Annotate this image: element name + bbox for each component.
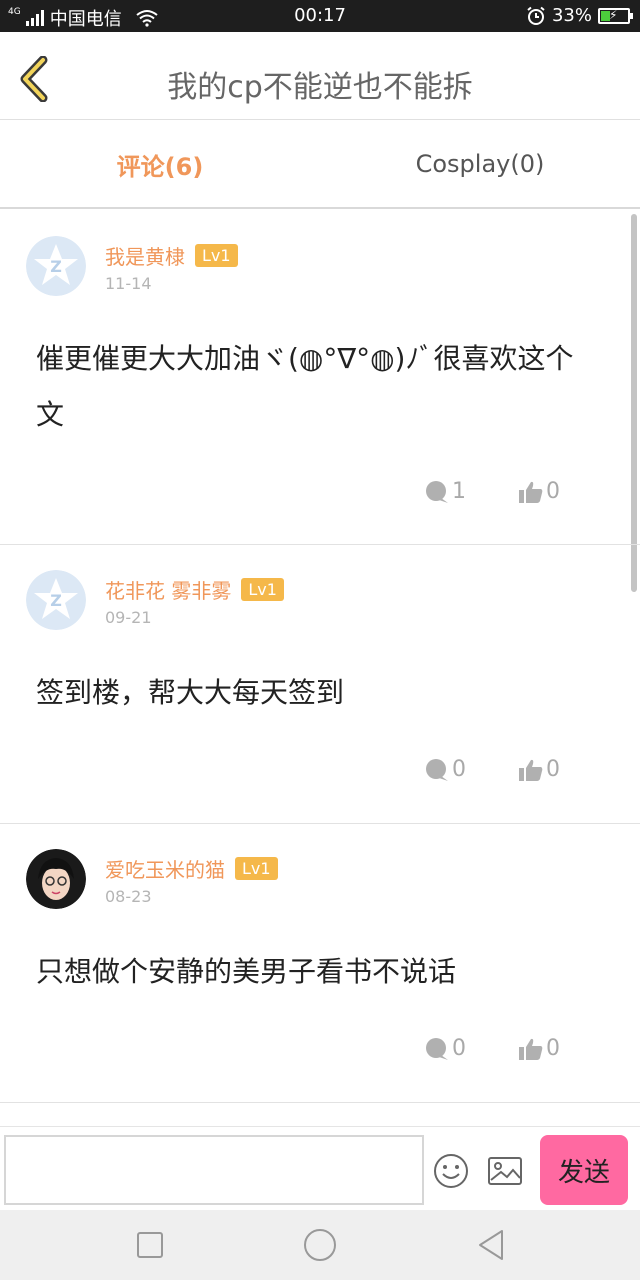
comment-bubble-icon bbox=[426, 1037, 448, 1060]
level-badge: Lv1 bbox=[241, 578, 284, 601]
reply-button[interactable]: 0 bbox=[424, 1036, 466, 1061]
username-row: 爱吃玉米的猫 Lv1 bbox=[105, 854, 278, 883]
thumbs-up-icon bbox=[519, 759, 543, 781]
image-icon[interactable] bbox=[487, 1155, 523, 1187]
qq-default-avatar-icon[interactable]: Z bbox=[26, 236, 86, 296]
svg-text:Z: Z bbox=[50, 591, 62, 610]
like-button[interactable]: 0 bbox=[518, 757, 560, 782]
battery-icon: ⚡ bbox=[598, 7, 633, 24]
tab-comments[interactable]: 评论(6) bbox=[0, 121, 320, 207]
level-badge: Lv1 bbox=[235, 857, 278, 880]
comment-text: 签到楼，帮大大每天签到 bbox=[36, 676, 345, 709]
comment-actions: 0 0 bbox=[424, 1036, 560, 1061]
tab-bar: 评论(6) Cosplay(0) bbox=[0, 121, 640, 209]
like-button[interactable]: 0 bbox=[518, 479, 560, 504]
level-badge: Lv1 bbox=[195, 244, 238, 267]
comment-date: 11-14 bbox=[105, 274, 152, 293]
svg-text:Z: Z bbox=[50, 257, 62, 276]
comment-item: 爱吃玉米的猫 Lv1 08-23 只想做个安静的美男子看书不说话 0 0 bbox=[0, 824, 640, 1103]
reply-button[interactable]: 0 bbox=[424, 757, 466, 782]
comment-date: 09-21 bbox=[105, 608, 152, 627]
home-icon[interactable] bbox=[302, 1227, 338, 1263]
status-bar: 4G 中国电信 00:17 33% ⚡ bbox=[0, 0, 640, 32]
comment-input[interactable] bbox=[4, 1135, 424, 1205]
comment-composer: 发送 bbox=[0, 1126, 640, 1210]
reply-count: 1 bbox=[452, 479, 466, 504]
header: 我的cp不能逆也不能拆 bbox=[0, 32, 640, 120]
alarm-icon bbox=[527, 6, 545, 25]
qq-default-avatar-icon[interactable]: Z bbox=[26, 570, 86, 630]
comment-item: Z 花非花 雾非雾 Lv1 09-21 签到楼，帮大大每天签到 0 0 bbox=[0, 545, 640, 824]
comment-text: 催更催更大大加油ヾ(◍°∇°◍)ﾉﾞ很喜欢这个文 bbox=[36, 342, 574, 431]
username[interactable]: 爱吃玉米的猫 bbox=[105, 854, 225, 883]
comment-list[interactable]: Z 我是黄棣 Lv1 11-14 催更催更大大加油ヾ(◍°∇°◍)ﾉﾞ很喜欢这个… bbox=[0, 211, 640, 1126]
like-count: 0 bbox=[546, 757, 560, 782]
comment-text: 只想做个安静的美男子看书不说话 bbox=[36, 955, 457, 988]
username[interactable]: 我是黄棣 bbox=[105, 241, 185, 270]
thumbs-up-icon bbox=[519, 481, 543, 503]
comment-bubble-icon bbox=[426, 480, 448, 503]
username-row: 我是黄棣 Lv1 bbox=[105, 241, 238, 270]
like-button[interactable]: 0 bbox=[518, 1036, 560, 1061]
like-count: 0 bbox=[546, 479, 560, 504]
reply-button[interactable]: 1 bbox=[424, 479, 466, 504]
send-button[interactable]: 发送 bbox=[540, 1135, 628, 1205]
tab-cosplay[interactable]: Cosplay(0) bbox=[320, 121, 640, 207]
comment-date: 08-23 bbox=[105, 887, 152, 906]
battery-percent: 33% bbox=[551, 5, 592, 26]
like-count: 0 bbox=[546, 1036, 560, 1061]
recent-apps-icon[interactable] bbox=[132, 1227, 168, 1263]
reply-count: 0 bbox=[452, 1036, 466, 1061]
username-row: 花非花 雾非雾 Lv1 bbox=[105, 575, 284, 604]
username[interactable]: 花非花 雾非雾 bbox=[105, 575, 231, 604]
page-title: 我的cp不能逆也不能拆 bbox=[167, 70, 473, 105]
comment-item: Z 我是黄棣 Lv1 11-14 催更催更大大加油ヾ(◍°∇°◍)ﾉﾞ很喜欢这个… bbox=[0, 211, 640, 545]
system-navigation-bar bbox=[0, 1210, 640, 1280]
thumbs-up-icon bbox=[519, 1038, 543, 1060]
comment-actions: 0 0 bbox=[424, 757, 560, 782]
emoji-icon[interactable] bbox=[433, 1153, 469, 1189]
back-triangle-icon[interactable] bbox=[474, 1227, 510, 1263]
user-photo-avatar[interactable] bbox=[26, 849, 86, 909]
reply-count: 0 bbox=[452, 757, 466, 782]
comment-bubble-icon bbox=[426, 758, 448, 781]
status-right: 33% ⚡ bbox=[526, 5, 633, 26]
comment-actions: 1 0 bbox=[424, 479, 560, 504]
